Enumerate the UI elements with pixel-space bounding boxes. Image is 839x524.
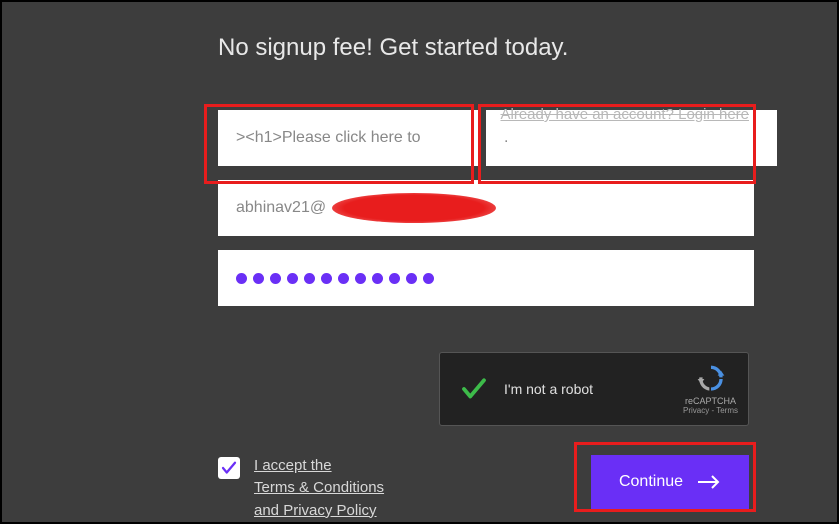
password-dot: [253, 273, 264, 284]
recaptcha-badge: reCAPTCHA Privacy - Terms: [683, 364, 738, 415]
terms-checkbox[interactable]: [218, 457, 240, 479]
login-link-text: Already have an account? Login here: [500, 106, 749, 123]
password-dot: [372, 273, 383, 284]
page-heading: No signup fee! Get started today.: [218, 34, 777, 62]
terms-line3: and Privacy Policy: [254, 502, 377, 519]
password-dot: [304, 273, 315, 284]
terms-line1: I accept the: [254, 457, 332, 474]
password-dot: [236, 273, 247, 284]
password-dot: [406, 273, 417, 284]
password-dot: [355, 273, 366, 284]
password-dot: [423, 273, 434, 284]
signup-form: [218, 110, 777, 306]
password-dots: [236, 273, 434, 284]
recaptcha-badge-text: reCAPTCHA: [685, 396, 736, 406]
recaptcha-legal: Privacy - Terms: [683, 406, 738, 415]
password-dot: [287, 273, 298, 284]
login-here-link[interactable]: Already have an account? Login here: [500, 106, 749, 123]
terms-line2: Terms & Conditions: [254, 479, 384, 496]
continue-button[interactable]: Continue: [591, 455, 749, 509]
checkmark-icon: [458, 373, 490, 405]
captcha-label: I'm not a robot: [504, 381, 683, 397]
terms-link[interactable]: I accept the Terms & Conditions and Priv…: [254, 455, 384, 523]
recaptcha-widget[interactable]: I'm not a robot reCAPTCHA Privacy - Term…: [439, 352, 749, 426]
continue-label: Continue: [619, 473, 683, 491]
password-dot: [389, 273, 400, 284]
terms-accept: I accept the Terms & Conditions and Priv…: [218, 455, 384, 523]
password-dot: [270, 273, 281, 284]
email-input[interactable]: [218, 180, 754, 236]
recaptcha-icon: [694, 364, 728, 394]
first-name-input[interactable]: [218, 110, 478, 166]
password-dot: [338, 273, 349, 284]
check-icon: [220, 459, 238, 477]
arrow-right-icon: [697, 474, 721, 490]
password-dot: [321, 273, 332, 284]
password-input[interactable]: [218, 250, 754, 306]
